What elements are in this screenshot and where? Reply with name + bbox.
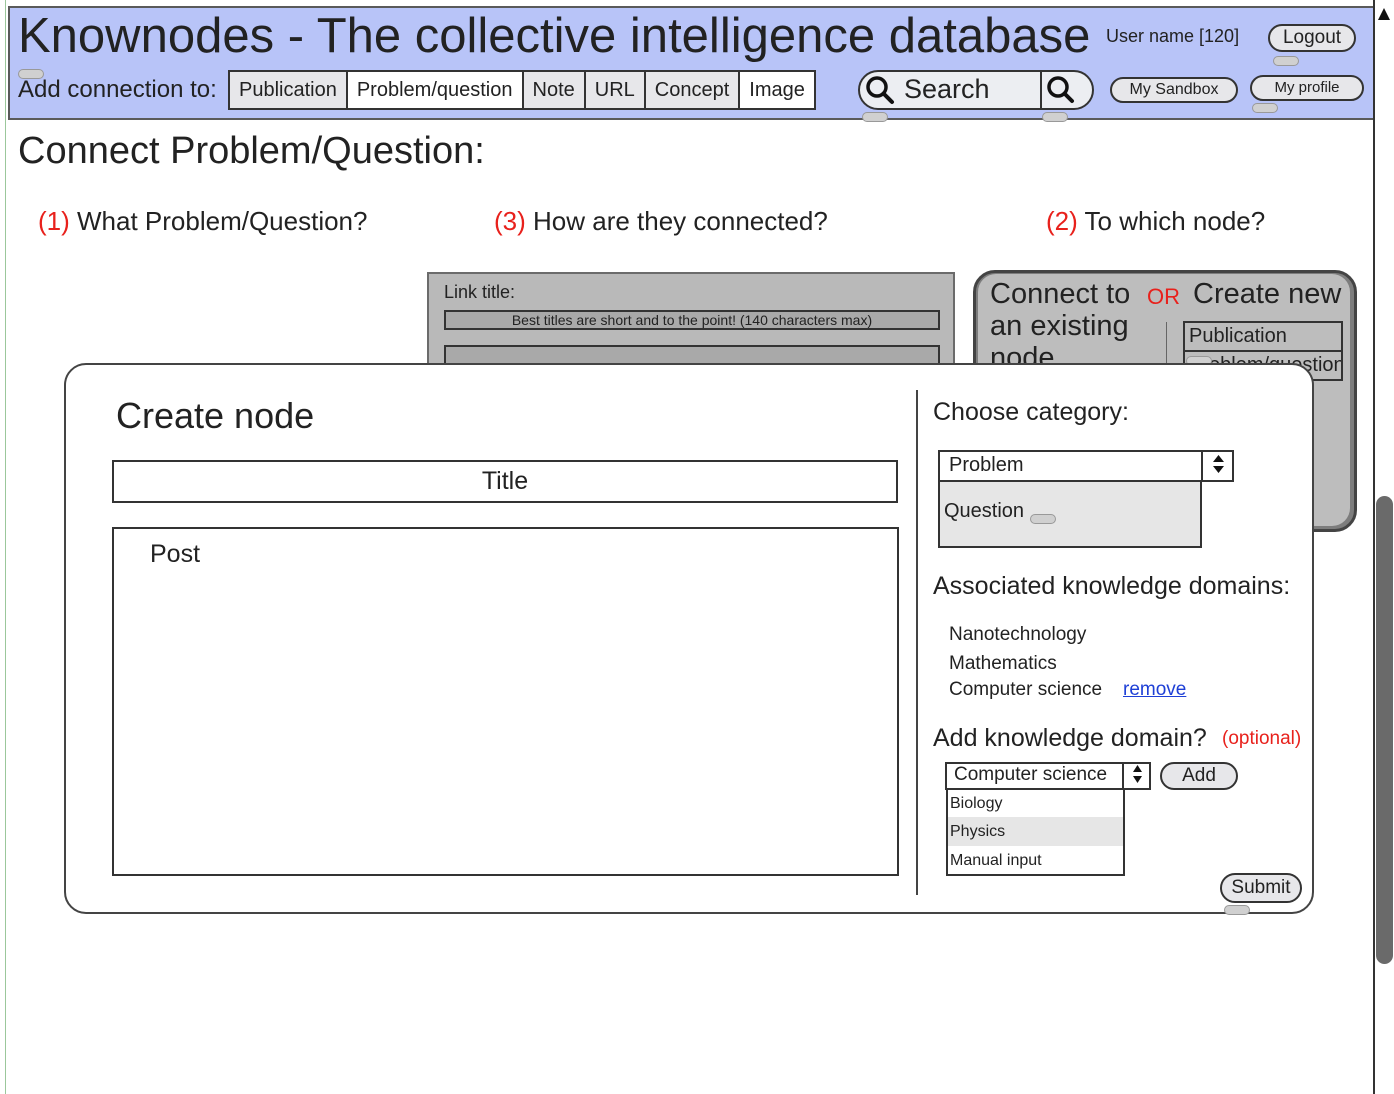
- link-icon: [1030, 514, 1056, 524]
- domain-item: Mathematics: [949, 653, 1057, 674]
- updown-arrows-icon: [1133, 765, 1142, 783]
- step-1-label: (1) What Problem/Question?: [38, 206, 368, 236]
- domain-select-value: Computer science: [954, 764, 1108, 785]
- type-button-publication[interactable]: Publication: [228, 70, 348, 110]
- step-3-label: (3) How are they connected?: [494, 206, 828, 236]
- link-icon: [1224, 905, 1250, 915]
- connect-existing-label[interactable]: Connect to an existing node: [990, 278, 1150, 374]
- category-select-value: Problem: [949, 454, 1024, 476]
- select-arrows-icon[interactable]: [1122, 762, 1151, 790]
- choose-category-label: Choose category:: [933, 398, 1129, 426]
- modal-title: Create node: [116, 395, 315, 436]
- divider: [1166, 322, 1167, 366]
- post-placeholder: Post: [150, 540, 201, 568]
- my-profile-button[interactable]: My profile: [1250, 75, 1364, 101]
- search-label: Search: [904, 74, 990, 104]
- add-domain-button[interactable]: Add: [1160, 762, 1238, 790]
- search-icon: [1047, 76, 1074, 103]
- modal-divider: [916, 390, 918, 895]
- type-button-image[interactable]: Image: [738, 70, 816, 110]
- type-button-url[interactable]: URL: [583, 70, 646, 110]
- submit-button[interactable]: Submit: [1220, 873, 1302, 903]
- scrollbar-thumb[interactable]: [1376, 496, 1393, 964]
- app-title: Knownodes - The collective intelligence …: [18, 9, 1091, 63]
- create-type-publication[interactable]: Publication: [1183, 321, 1343, 352]
- domain-option-biology[interactable]: Biology: [948, 789, 1123, 818]
- add-domain-label: Add knowledge domain?: [933, 724, 1207, 752]
- optional-label: (optional): [1222, 728, 1302, 749]
- title-input[interactable]: Title: [112, 460, 898, 503]
- step-2-label: (2) To which node?: [1046, 206, 1266, 236]
- add-connection-label: Add connection to:: [18, 76, 217, 103]
- search-button[interactable]: [1040, 72, 1078, 108]
- link-icon: [862, 112, 888, 122]
- category-option-question[interactable]: Question: [944, 500, 1024, 523]
- scroll-up-arrow-icon[interactable]: [1378, 8, 1390, 20]
- page-title: Connect Problem/Question:: [18, 130, 485, 172]
- domain-option-physics[interactable]: Physics: [948, 817, 1123, 846]
- domain-item: Nanotechnology: [949, 624, 1087, 645]
- domain-item: Computer science: [949, 679, 1103, 700]
- link-icon: [1252, 103, 1278, 113]
- updown-arrows-icon: [1213, 455, 1224, 473]
- post-textarea[interactable]: [112, 527, 899, 876]
- connection-type-buttons: Publication Problem/question Note URL Co…: [228, 70, 816, 110]
- logout-button[interactable]: Logout: [1268, 24, 1356, 52]
- user-name[interactable]: User name [120]: [1106, 26, 1239, 47]
- remove-domain-link[interactable]: remove: [1123, 679, 1186, 701]
- link-title-input[interactable]: Best titles are short and to the point! …: [444, 310, 940, 330]
- type-button-note[interactable]: Note: [521, 70, 586, 110]
- create-new-label: Create new: [1193, 278, 1342, 310]
- search-icon: [866, 76, 894, 104]
- my-sandbox-button[interactable]: My Sandbox: [1110, 77, 1238, 103]
- select-arrows-icon[interactable]: [1201, 450, 1234, 482]
- associated-domains-label: Associated knowledge domains:: [933, 572, 1291, 600]
- domain-option-manual-input[interactable]: Manual input: [948, 846, 1123, 875]
- link-title-label: Link title:: [444, 282, 516, 302]
- link-icon: [1273, 56, 1299, 66]
- or-label: OR: [1147, 284, 1180, 309]
- type-button-problem-question[interactable]: Problem/question: [345, 70, 524, 110]
- link-icon: [1042, 112, 1068, 122]
- type-button-concept[interactable]: Concept: [643, 70, 741, 110]
